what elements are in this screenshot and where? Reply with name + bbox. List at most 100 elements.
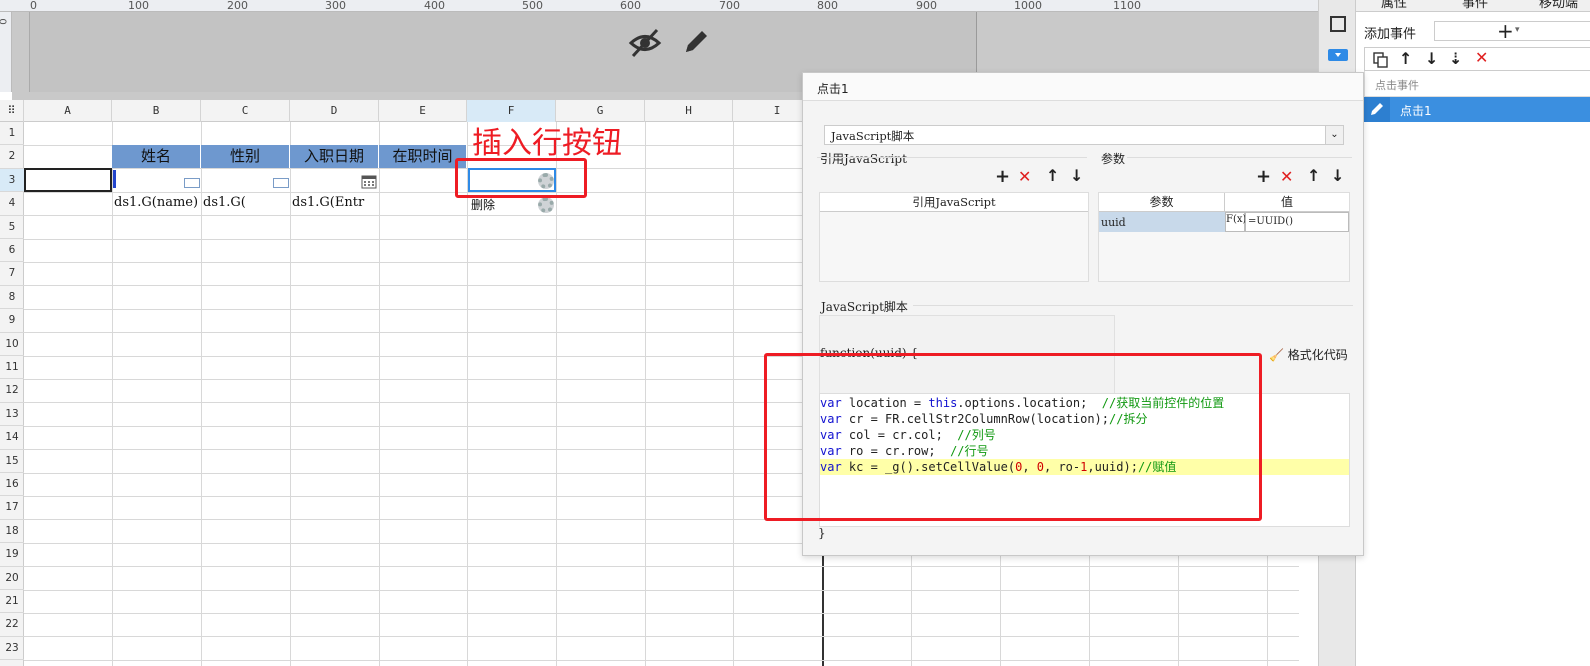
ruler-label: 600 — [620, 0, 641, 12]
column-header[interactable]: D — [290, 100, 379, 122]
add-event-dropdown[interactable]: + ▾ — [1434, 19, 1590, 43]
params-header-value: 值 — [1225, 193, 1349, 212]
panel-tabs: 属性 事件 移动端 — [1356, 0, 1590, 12]
delete-button-label[interactable]: 删除 — [471, 196, 495, 213]
header-cell-hire-date[interactable]: 入职日期 — [290, 145, 379, 168]
event-toolbar: ↑ ↓ ⇣ ✕ — [1364, 47, 1590, 71]
cell-d4[interactable]: ds1.G(Entr — [292, 195, 378, 210]
param-value-input[interactable]: =UUID() — [1245, 212, 1349, 232]
params-header-name: 参数 — [1099, 193, 1225, 212]
row-header[interactable]: 16 — [0, 473, 24, 497]
row-header[interactable]: 5 — [0, 216, 24, 239]
event-item-label: 点击1 — [1400, 104, 1432, 118]
row-header[interactable]: 7 — [0, 262, 24, 286]
row-header[interactable]: 19 — [0, 543, 24, 567]
move-down-icon[interactable]: ↓ — [1331, 166, 1344, 185]
row-header[interactable]: 17 — [0, 496, 24, 520]
row-header[interactable]: 11 — [0, 356, 24, 380]
text-widget-c3[interactable] — [273, 178, 289, 188]
ruler-label: 1100 — [1113, 0, 1141, 12]
copy-icon[interactable] — [1373, 52, 1389, 68]
row-header[interactable]: 15 — [0, 450, 24, 473]
ruler-label: 500 — [522, 0, 543, 12]
row-header[interactable]: 1 — [0, 122, 24, 146]
tab-properties[interactable]: 属性 — [1381, 0, 1407, 11]
row-header[interactable]: 2 — [0, 145, 24, 169]
dialog-titlebar: 点击1 — [803, 73, 1363, 101]
row-header[interactable]: 14 — [0, 426, 24, 450]
ruler-label: 800 — [817, 0, 838, 12]
hide-eye-icon[interactable] — [628, 26, 662, 60]
frame-icon[interactable] — [1329, 15, 1347, 33]
row-header[interactable]: 12 — [0, 379, 24, 403]
header-cell-name[interactable]: 姓名 — [112, 145, 201, 168]
chevron-down-icon[interactable]: ⌄ — [1325, 126, 1343, 144]
text-widget-b3[interactable] — [184, 178, 200, 188]
column-header[interactable]: H — [645, 100, 733, 122]
params-table[interactable]: 参数 值 uuid F(x) =UUID() — [1098, 192, 1350, 282]
column-header[interactable]: C — [201, 100, 290, 122]
params-label: 参数 — [1101, 152, 1126, 166]
gear-icon — [538, 197, 554, 213]
param-name-cell[interactable]: uuid — [1099, 212, 1225, 232]
row-header[interactable]: 18 — [0, 520, 24, 544]
row-header[interactable]: 23 — [0, 637, 24, 661]
dropdown-widget-icon[interactable] — [1328, 47, 1348, 63]
column-header[interactable]: A — [24, 100, 112, 122]
row-header[interactable]: 4 — [0, 192, 24, 216]
script-type-select[interactable]: JavaScript脚本 ⌄ — [824, 125, 1344, 145]
cell-b4[interactable]: ds1.G(name) — [114, 195, 201, 210]
section-title: 点击事件 — [1375, 79, 1419, 92]
selected-cell-a3[interactable] — [24, 168, 112, 192]
row-header[interactable]: 13 — [0, 403, 24, 427]
calendar-icon[interactable] — [361, 174, 377, 189]
row-header[interactable]: 22 — [0, 613, 24, 637]
move-down-icon[interactable]: ↓ — [1425, 49, 1438, 68]
header-cell-tenure[interactable]: 在职时间 — [379, 145, 467, 168]
closing-brace: } — [818, 526, 826, 540]
formula-icon[interactable]: F(x) — [1225, 212, 1246, 232]
add-ref-icon[interactable]: + — [995, 166, 1010, 187]
row-header[interactable]: 21 — [0, 590, 24, 614]
annotation-label: 插入行按钮 — [472, 126, 622, 161]
tab-mobile[interactable]: 移动端 — [1539, 0, 1578, 11]
annotation-box — [455, 158, 587, 198]
ruler-label: 700 — [719, 0, 740, 12]
cell-c4[interactable]: ds1.G( — [203, 195, 289, 210]
broom-icon: 🧹 — [1269, 348, 1284, 362]
row-header[interactable]: 9 — [0, 309, 24, 333]
row-header[interactable]: 10 — [0, 333, 24, 356]
move-bottom-icon[interactable]: ⇣ — [1449, 49, 1462, 68]
add-event-label: 添加事件 — [1364, 27, 1417, 42]
tab-events[interactable]: 事件 — [1462, 0, 1488, 11]
select-all-corner[interactable]: ⠿ — [0, 100, 24, 122]
chevron-down-icon: ▾ — [1515, 25, 1520, 35]
move-up-icon[interactable]: ↑ — [1307, 166, 1320, 185]
delete-param-icon[interactable]: ✕ — [1280, 167, 1293, 186]
delete-event-icon[interactable]: ✕ — [1475, 48, 1488, 67]
add-param-icon[interactable]: + — [1256, 166, 1271, 187]
ruler-label: 400 — [424, 0, 445, 12]
ruler-label: 1000 — [1014, 0, 1042, 12]
move-down-icon[interactable]: ↓ — [1070, 166, 1083, 185]
move-up-icon[interactable]: ↑ — [1046, 166, 1059, 185]
format-code-button[interactable]: 🧹 格式化代码 — [1269, 346, 1348, 363]
edit-pencil-icon[interactable] — [680, 26, 712, 58]
row-header[interactable]: 3 — [0, 168, 24, 193]
dialog-title: 点击1 — [817, 82, 849, 96]
delete-ref-icon[interactable]: ✕ — [1018, 167, 1031, 186]
move-up-icon[interactable]: ↑ — [1399, 49, 1412, 68]
properties-panel: 属性 事件 移动端 添加事件 + ▾ ↑ ↓ ⇣ ✕ 点击事件 点击1 — [1355, 0, 1590, 666]
event-section: 点击事件 — [1364, 71, 1590, 97]
ruler-label: 900 — [916, 0, 937, 12]
ref-js-table[interactable]: 引用JavaScript — [819, 192, 1089, 282]
column-header[interactable]: E — [379, 100, 467, 122]
column-header[interactable]: B — [112, 100, 201, 122]
row-header[interactable]: 20 — [0, 567, 24, 590]
event-item-click1[interactable]: 点击1 — [1364, 97, 1590, 122]
row-header[interactable]: 6 — [0, 239, 24, 263]
ruler-label: 0 — [0, 18, 10, 24]
header-cell-gender[interactable]: 性别 — [201, 145, 290, 168]
vertical-ruler: 0 — [0, 12, 12, 92]
row-header[interactable]: 8 — [0, 286, 24, 310]
